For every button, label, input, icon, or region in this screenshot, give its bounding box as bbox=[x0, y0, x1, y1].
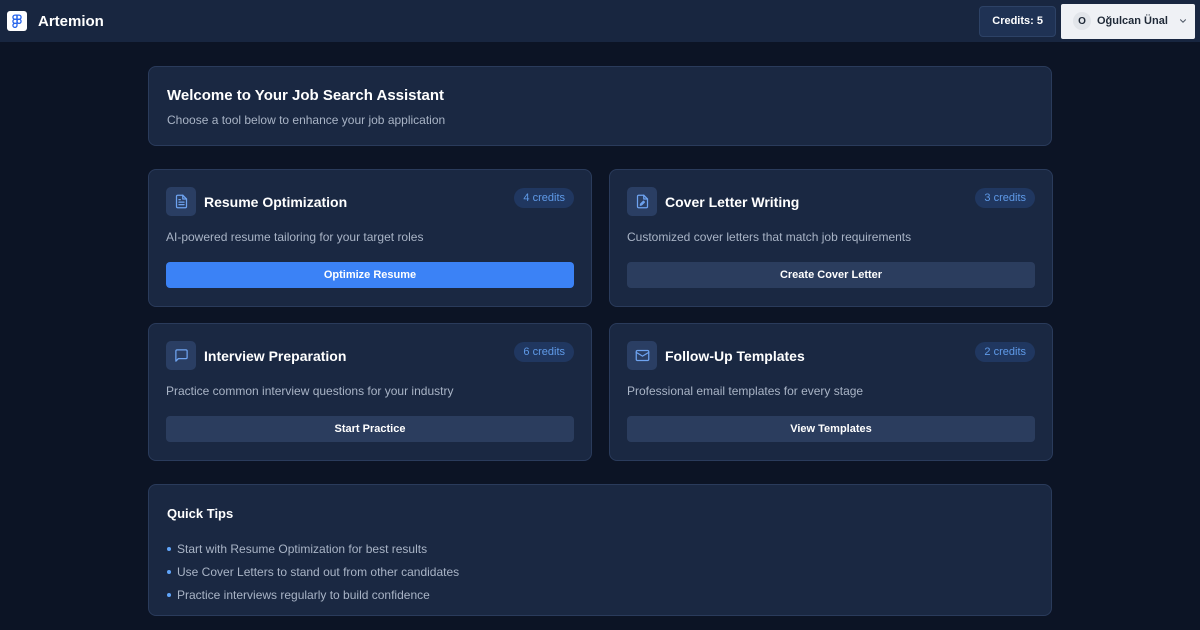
credit-cost-badge: 3 credits bbox=[975, 188, 1035, 208]
page-subtitle: Choose a tool below to enhance your job … bbox=[167, 113, 446, 127]
credits-balance-button[interactable]: Credits: 5 bbox=[979, 5, 1056, 37]
tip-text: Use Cover Letters to stand out from othe… bbox=[177, 564, 460, 579]
welcome-panel: Welcome to Your Job Search Assistant Cho… bbox=[148, 66, 1052, 146]
bullet-icon bbox=[167, 547, 171, 551]
quick-tips-title: Quick Tips bbox=[167, 506, 234, 521]
header-actions: Credits: 5 O Oğulcan Ünal bbox=[979, 0, 1200, 42]
tool-card-follow-up-templates: Follow-Up Templates 2 credits Profession… bbox=[609, 323, 1053, 461]
card-title: Cover Letter Writing bbox=[665, 194, 800, 210]
card-title: Follow-Up Templates bbox=[665, 348, 805, 364]
card-description: AI-powered resume tailoring for your tar… bbox=[166, 230, 424, 244]
app-name: Artemion bbox=[38, 12, 104, 30]
tip-text: Practice interviews regularly to build c… bbox=[177, 587, 430, 602]
document-icon bbox=[166, 187, 196, 216]
tip-text: Start with Resume Optimization for best … bbox=[177, 541, 428, 556]
message-square-icon bbox=[166, 341, 196, 370]
tool-card-resume-optimization: Resume Optimization 4 credits AI-powered… bbox=[148, 169, 592, 307]
credit-cost-badge: 4 credits bbox=[514, 188, 574, 208]
list-item: Practice interviews regularly to build c… bbox=[167, 583, 459, 606]
card-description: Customized cover letters that match job … bbox=[627, 230, 912, 244]
quick-tips-panel: Quick Tips Start with Resume Optimizatio… bbox=[148, 484, 1052, 616]
tool-card-interview-preparation: Interview Preparation 6 credits Practice… bbox=[148, 323, 592, 461]
card-description: Practice common interview questions for … bbox=[166, 384, 454, 398]
brand[interactable]: Artemion bbox=[0, 11, 104, 31]
top-bar: Artemion Credits: 5 O Oğulcan Ünal bbox=[0, 0, 1200, 42]
figma-logo-icon bbox=[7, 11, 27, 31]
credit-cost-badge: 6 credits bbox=[514, 342, 574, 362]
bullet-icon bbox=[167, 570, 171, 574]
chevron-down-icon bbox=[1178, 16, 1188, 26]
list-item: Start with Resume Optimization for best … bbox=[167, 537, 459, 560]
card-title: Resume Optimization bbox=[204, 194, 348, 210]
bullet-icon bbox=[167, 593, 171, 597]
optimize-resume-button[interactable]: Optimize Resume bbox=[166, 262, 574, 288]
tips-list: Start with Resume Optimization for best … bbox=[167, 537, 459, 606]
card-title: Interview Preparation bbox=[204, 348, 347, 364]
card-description: Professional email templates for every s… bbox=[627, 384, 864, 398]
view-templates-button[interactable]: View Templates bbox=[627, 416, 1035, 442]
file-edit-icon bbox=[627, 187, 657, 216]
create-cover-letter-button[interactable]: Create Cover Letter bbox=[627, 262, 1035, 288]
user-name: Oğulcan Ünal bbox=[1097, 15, 1168, 27]
tool-card-cover-letter: Cover Letter Writing 3 credits Customize… bbox=[609, 169, 1053, 307]
start-practice-button[interactable]: Start Practice bbox=[166, 416, 574, 442]
avatar: O bbox=[1073, 12, 1091, 30]
user-menu-button[interactable]: O Oğulcan Ünal bbox=[1061, 3, 1195, 39]
credit-cost-badge: 2 credits bbox=[975, 342, 1035, 362]
mail-icon bbox=[627, 341, 657, 370]
page-title: Welcome to Your Job Search Assistant bbox=[167, 87, 445, 104]
list-item: Use Cover Letters to stand out from othe… bbox=[167, 560, 459, 583]
